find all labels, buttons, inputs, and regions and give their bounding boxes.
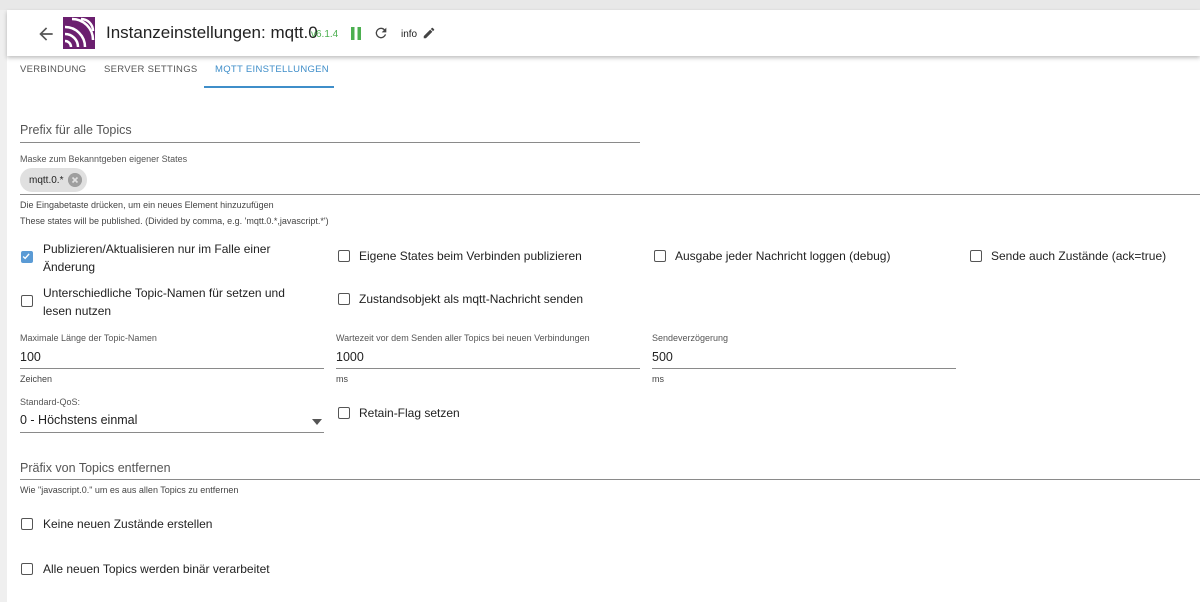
mask-label: Maske zum Bekanntgeben eigener States (20, 154, 188, 164)
prefix-input-underline (20, 142, 640, 143)
qos-select[interactable]: 0 - Höchstens einmal (20, 413, 137, 427)
label-line: lesen nutzen (43, 304, 112, 318)
label-line: Publizieren/Aktualisieren nur im Falle e… (43, 242, 271, 256)
checkbox-publish-own-states[interactable] (338, 250, 350, 262)
header-bar: Instanzeinstellungen: mqtt.0 v6.1.4 info (7, 10, 1200, 56)
checkbox-binary-topics[interactable] (21, 563, 33, 575)
checkbox-label-publish-on-change: Publizieren/Aktualisieren nur im Falle e… (43, 240, 270, 276)
prefix-input[interactable]: Prefix für alle Topics (20, 123, 132, 137)
checkbox-state-object-as-message[interactable] (338, 293, 350, 305)
send-delay-label: Sendeverzögerung (652, 333, 729, 343)
checkbox-publish-on-change[interactable] (21, 251, 33, 263)
reload-icon[interactable] (373, 25, 389, 41)
checkbox-label-retain-flag: Retain-Flag setzen (359, 406, 460, 420)
send-delay-underline (652, 368, 956, 369)
remove-prefix-underline (20, 479, 1200, 480)
mask-input-underline (20, 194, 1200, 195)
checkbox-label-publish-own-states: Eigene States beim Verbinden publizieren (359, 249, 582, 263)
max-length-helper: Zeichen (20, 374, 53, 384)
qos-underline (20, 432, 324, 433)
checkbox-log-messages[interactable] (654, 250, 666, 262)
checkbox-label-log-messages: Ausgabe jeder Nachricht loggen (debug) (675, 249, 891, 263)
tab-mqtt-einstellungen[interactable]: MQTT EINSTELLUNGEN (215, 64, 329, 75)
chip-remove-icon[interactable] (68, 173, 82, 187)
left-strip (0, 10, 7, 602)
dropdown-arrow-icon[interactable] (312, 419, 322, 425)
checkbox-retain-flag[interactable] (338, 407, 350, 419)
mask-chip-label: mqtt.0.* (29, 174, 64, 186)
active-tab-indicator (204, 86, 334, 88)
checkbox-no-new-states[interactable] (21, 518, 33, 530)
edit-pencil-icon[interactable] (422, 26, 436, 40)
mask-helper-2: These states will be published. (Divided… (20, 216, 329, 226)
info-label[interactable]: info (401, 29, 417, 40)
wait-time-label: Wartezeit vor dem Senden aller Topics be… (336, 333, 590, 343)
mask-helper-1: Die Eingabetaste drücken, um ein neues E… (20, 200, 274, 210)
send-delay-input[interactable]: 500 (652, 350, 673, 364)
remove-prefix-input[interactable]: Präfix von Topics entfernen (20, 461, 171, 475)
wait-time-input[interactable]: 1000 (336, 350, 364, 364)
remove-prefix-helper: Wie "javascript.0." um es aus allen Topi… (20, 485, 239, 495)
label-line: Änderung (43, 260, 96, 274)
mask-chip[interactable]: mqtt.0.* (20, 168, 87, 192)
back-arrow-icon[interactable] (36, 24, 56, 44)
checkbox-label-send-ack-true: Sende auch Zustände (ack=true) (991, 249, 1167, 263)
checkbox-label-different-topic-names: Unterschiedliche Topic-Namen für setzen … (43, 284, 285, 320)
version-label: v6.1.4 (311, 29, 339, 40)
tab-server-settings[interactable]: SERVER SETTINGS (104, 64, 198, 75)
checkbox-send-ack-true[interactable] (970, 250, 982, 262)
page-title: Instanzeinstellungen: mqtt.0 (106, 23, 318, 42)
checkbox-label-state-object-as-message: Zustandsobjekt als mqtt-Nachricht senden (359, 292, 584, 306)
mqtt-logo-icon (63, 17, 95, 49)
checkmark-icon (22, 253, 30, 260)
qos-label: Standard-QoS: (20, 397, 81, 407)
tab-verbindung[interactable]: VERBINDUNG (20, 64, 86, 75)
checkbox-label-no-new-states: Keine neuen Zustände erstellen (43, 517, 213, 531)
max-length-label: Maximale Länge der Topic-Namen (20, 333, 157, 343)
wait-time-helper: ms (336, 374, 348, 384)
pause-icon[interactable] (350, 27, 362, 40)
wait-time-underline (336, 368, 640, 369)
checkbox-label-binary-topics: Alle neuen Topics werden binär verarbeit… (43, 562, 270, 576)
checkbox-different-topic-names[interactable] (21, 295, 33, 307)
top-strip (0, 0, 1200, 10)
max-length-input[interactable]: 100 (20, 350, 41, 364)
send-delay-helper: ms (652, 374, 664, 384)
max-length-underline (20, 368, 324, 369)
label-line: Unterschiedliche Topic-Namen für setzen … (43, 286, 285, 300)
